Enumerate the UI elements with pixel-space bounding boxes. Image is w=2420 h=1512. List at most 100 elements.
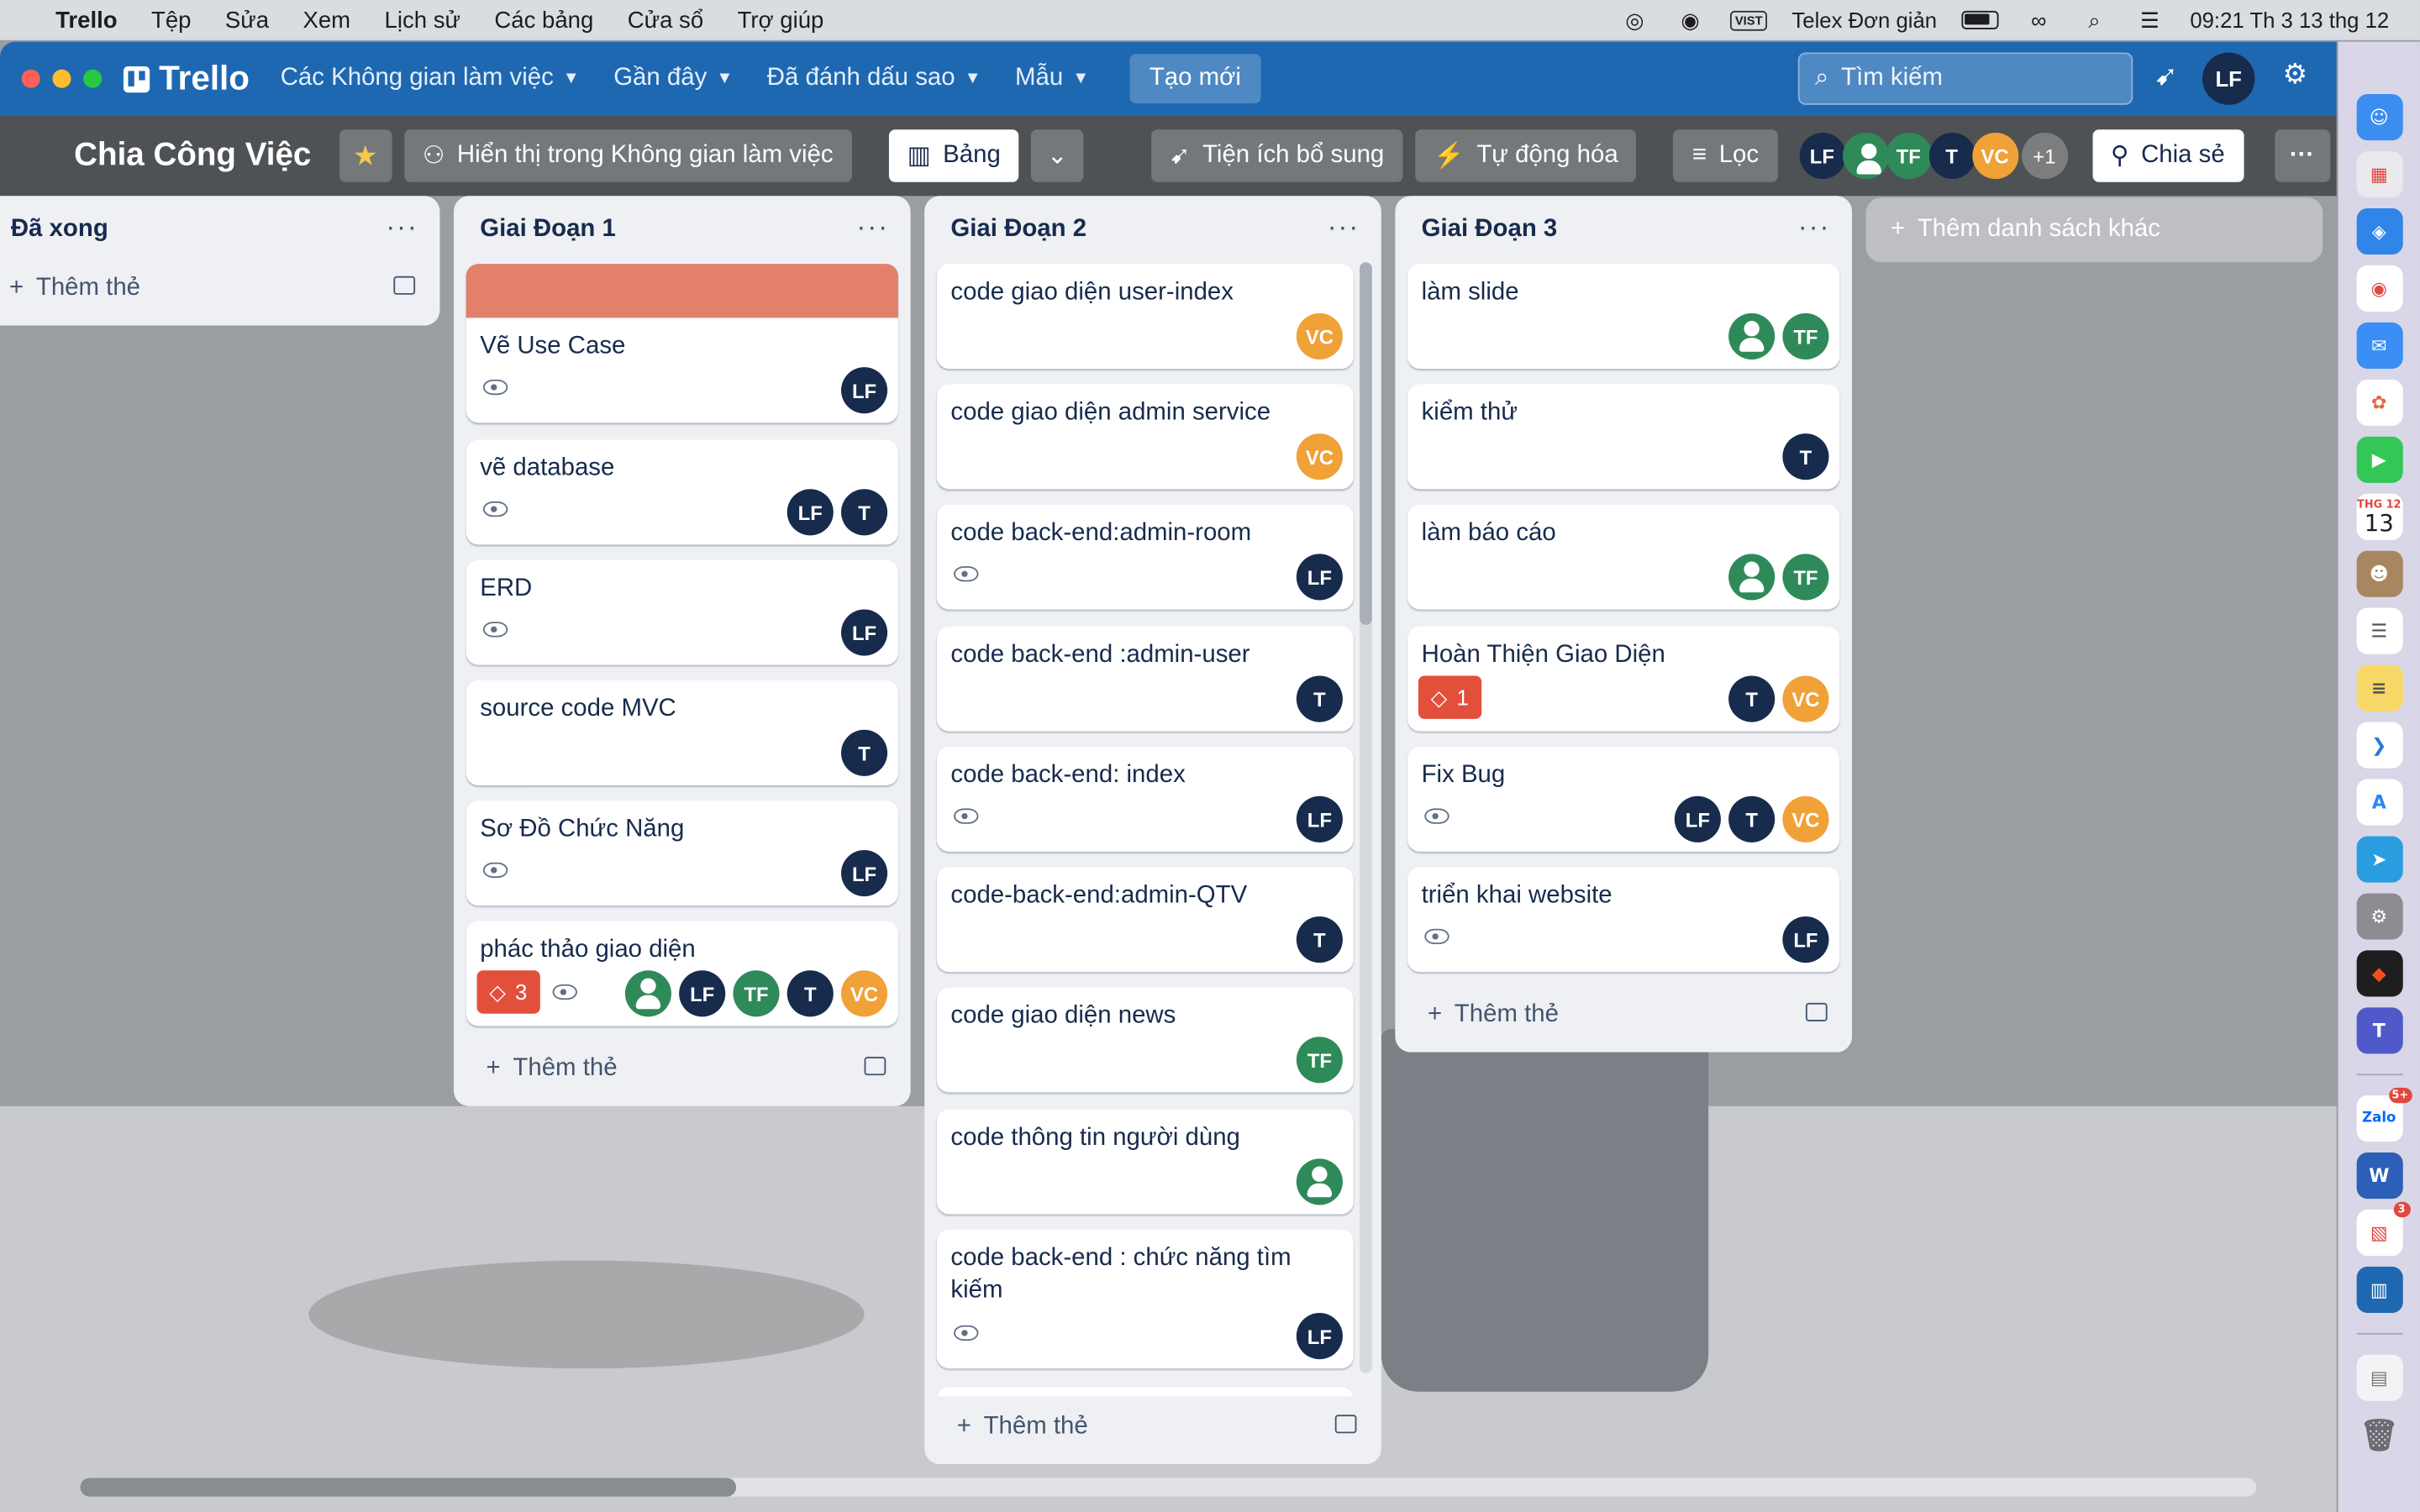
card-member-t[interactable]: T [1296,916,1343,963]
card[interactable]: ERD LF [466,559,898,665]
figma-icon[interactable]: ◆ [2355,950,2402,997]
card[interactable]: code back-end: index LF [936,746,1354,852]
board-scrollbar-thumb[interactable] [80,1478,737,1497]
notes-icon[interactable]: ≡ [2355,664,2402,711]
more-members-count[interactable]: +1 [2021,132,2068,180]
list-title[interactable]: Giai Đoạn 2 [924,196,1381,264]
search-input[interactable]: Tìm kiếm [1841,65,1943,92]
menu-boards[interactable]: Các bảng [494,7,593,33]
card[interactable]: code back-end : chức năng tìm kiếm LF [936,1229,1354,1369]
card-member-t[interactable]: T [841,489,888,536]
card-member-t[interactable]: T [1728,675,1776,722]
card-member-t[interactable]: T [786,970,834,1017]
battery-icon[interactable] [1961,10,1999,29]
card-template-icon[interactable] [393,276,416,295]
telegram-icon[interactable]: ➤ [2355,836,2402,883]
link-icon[interactable]: ∞ [2023,8,2054,32]
card-template-icon[interactable] [1334,1415,1357,1434]
card-member-lf[interactable]: LF [1782,916,1829,963]
list-title[interactable]: Giai Đoạn 1 [454,196,911,264]
menu-edit[interactable]: Sửa [225,7,269,33]
zoom-window-button[interactable] [83,69,103,88]
card[interactable]: source code MVC T [466,680,898,785]
card[interactable]: code back-end :admin-user T [936,626,1354,732]
member-avatar-vc[interactable]: VC [1971,132,2018,180]
current-user-avatar[interactable]: LF [2202,52,2255,105]
board-view-button[interactable]: ▥ Bảng [888,129,1019,182]
nav-templates[interactable]: Mẫu ▼ [1015,65,1089,92]
menu-file[interactable]: Tệp [151,7,191,33]
powerups-button[interactable]: ➹ Tiện ích bổ sung [1150,129,1403,182]
system-settings-icon[interactable]: ⚙ [2355,893,2402,940]
close-window-button[interactable] [21,69,40,88]
card-member-person[interactable] [624,970,671,1017]
minimize-window-button[interactable] [52,69,71,88]
board-menu-button[interactable]: ··· [2274,129,2330,182]
safari-icon[interactable]: ◈ [2355,207,2402,255]
card-member-lf[interactable]: LF [1296,554,1343,601]
menu-view[interactable]: Xem [302,7,350,33]
card-member-tf[interactable]: TF [1782,554,1829,601]
nav-recent[interactable]: Gần đây ▼ [613,65,733,92]
office-icon[interactable]: ▧ 3 [2355,1201,2411,1257]
card-member-tf[interactable]: TF [1782,312,1829,360]
zalo-icon[interactable]: Zalo 5+ [2355,1087,2412,1142]
card[interactable]: phác thảo giao diện ◇ 3 LF TF T VC [466,921,898,1026]
add-card-button[interactable]: + Thêm thẻ [0,258,439,319]
card[interactable]: code thông tin người dùng [936,1109,1354,1215]
card-member-lf[interactable]: LF [679,970,726,1017]
card-member-vc[interactable]: VC [1782,795,1829,843]
nav-starred[interactable]: Đã đánh dấu sao ▼ [767,65,981,92]
teams-icon[interactable]: T [2355,1007,2402,1054]
card-member-t[interactable]: T [1728,795,1776,843]
input-method-badge[interactable]: VIST [1730,9,1768,30]
member-avatar-lf[interactable]: LF [1798,132,1845,180]
menu-app[interactable]: Trello [55,7,117,33]
document-icon[interactable]: ▤ [2355,1354,2402,1401]
view-switcher-button[interactable]: ⌄ [1031,129,1083,182]
list-title[interactable]: Giai Đoạn 3 [1395,196,1852,264]
app-store-icon[interactable]: A [2355,779,2402,826]
trello-logo[interactable]: Trello [123,59,250,99]
card-member-vc[interactable]: VC [1782,675,1829,722]
board-title[interactable]: Chia Công Việc [74,137,311,174]
trash-icon[interactable]: 🗑 [2356,1412,2402,1458]
facetime-icon[interactable]: ▶ [2355,436,2402,483]
menu-window[interactable]: Cửa sổ [628,7,703,33]
launchpad-icon[interactable]: ▦ [2355,150,2402,198]
user-account-icon[interactable]: ◉ [1675,7,1706,31]
share-button[interactable]: ⚲ Chia sẻ [2091,129,2244,182]
add-card-button[interactable]: + Thêm thẻ [1395,984,1852,1046]
add-list-button[interactable]: + Thêm danh sách khác [1865,197,2323,263]
list-menu-icon[interactable]: ··· [856,212,889,244]
card[interactable]: code giao diện news TF [936,987,1354,1093]
list-menu-icon[interactable]: ··· [1798,212,1831,244]
word-icon[interactable]: W [2355,1152,2402,1200]
member-avatar-tf[interactable]: TF [1885,132,1932,180]
list-title[interactable]: Đã xong [0,196,439,264]
menubar-clock[interactable]: 09:21 Th 3 13 thg 12 [2190,8,2389,32]
card-member-lf[interactable]: LF [1674,795,1721,843]
card[interactable]: Vẽ Use Case LF [466,264,898,423]
input-method-label[interactable]: Telex Đơn giản [1791,8,1937,32]
card[interactable]: kiểm thử T [1407,384,1840,490]
list-scrollbar[interactable] [1360,262,1372,1373]
card[interactable]: code back-end:admin-room LF [936,504,1354,610]
menu-help[interactable]: Trợ giúp [738,7,824,33]
photos-icon[interactable]: ✿ [2355,379,2402,426]
card-member-vc[interactable]: VC [1296,433,1343,480]
mail-icon[interactable]: ✉ [2355,322,2402,369]
add-card-button[interactable]: + Thêm thẻ [924,1396,1381,1458]
list-scrollbar-thumb[interactable] [1360,262,1372,625]
card-member-lf[interactable]: LF [841,367,888,414]
card-member-t[interactable]: T [841,729,888,776]
card[interactable]: Fix Bug LF T VC [1407,746,1840,852]
card-member-tf[interactable]: TF [1296,1037,1343,1084]
card-member-vc[interactable]: VC [1296,312,1343,360]
card-member-person[interactable] [1296,1158,1343,1205]
card[interactable]: Sơ Đồ Chức Năng LF [466,801,898,906]
member-avatar-t[interactable]: T [1928,132,1975,180]
card-template-icon[interactable] [864,1057,886,1076]
card-member-lf[interactable]: LF [1296,795,1343,843]
spotlight-icon[interactable]: ⌕ [2079,7,2110,31]
